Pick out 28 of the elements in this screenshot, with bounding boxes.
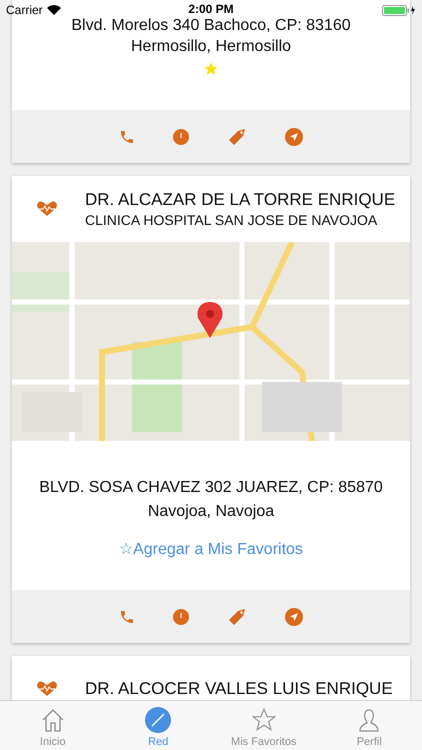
doctor-name: DR. ALCAZAR DE LA TORRE ENRIQUE — [85, 189, 396, 211]
battery-icon — [382, 4, 416, 16]
navigation-icon[interactable] — [285, 608, 303, 626]
tag-icon[interactable] — [227, 126, 247, 146]
phone-icon[interactable] — [119, 608, 135, 624]
heart-logo-icon — [36, 681, 58, 697]
clock-icon[interactable] — [173, 128, 189, 144]
carrier-text: Carrier — [6, 2, 43, 18]
compass-icon — [145, 706, 172, 732]
navigation-icon[interactable] — [285, 128, 303, 146]
tab-item[interactable]: Mis Favoritos — [211, 701, 316, 750]
address-text: Blvd. Morelos 340 Bachoco, CP: 83160 — [71, 17, 351, 35]
heart-logo-icon — [36, 201, 58, 217]
city-text: Hermosillo, Hermosillo — [130, 37, 292, 57]
clock-time: 2:00 PM — [188, 3, 234, 16]
doctor-name: DR. ALCOCER VALLES LUIS ENRIQUE — [85, 678, 393, 700]
star-icon — [250, 706, 277, 732]
phone-icon[interactable] — [119, 128, 135, 144]
tag-icon[interactable] — [227, 606, 247, 626]
wifi-icon — [46, 5, 61, 15]
city-text: Navojoa, Navojoa — [148, 502, 274, 522]
tab-item[interactable]: Inicio — [0, 701, 106, 750]
clock-icon[interactable] — [173, 608, 189, 624]
clinic-name: CLINICA HOSPITAL SAN JOSE DE NAVOJOA — [85, 211, 378, 229]
address-text: BLVD. SOSA CHAVEZ 302 JUAREZ, CP: 85870 — [39, 478, 383, 498]
tab-item[interactable]: Red — [106, 701, 211, 750]
add-favorite-link[interactable]: ☆Agregar a Mis Favoritos — [119, 539, 303, 561]
tab-item[interactable]: Perfil — [316, 701, 422, 750]
